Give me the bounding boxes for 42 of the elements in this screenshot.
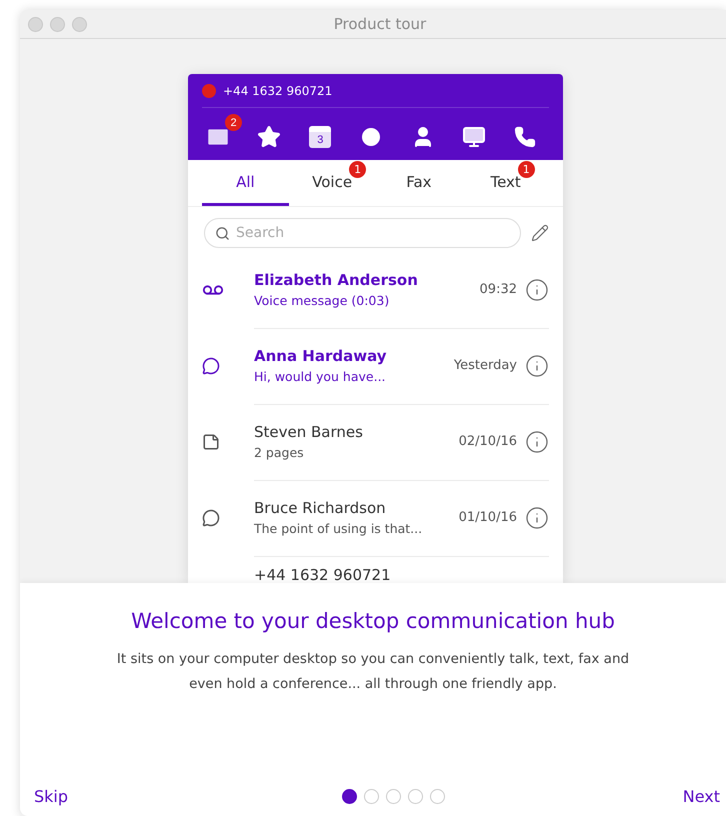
phone-number: +44 1632 960721 bbox=[223, 84, 332, 98]
contact-name: Elizabeth Anderson bbox=[254, 271, 419, 289]
monitor-icon bbox=[462, 125, 486, 149]
message-preview: The point of using is that... bbox=[254, 521, 424, 536]
info-icon[interactable] bbox=[525, 430, 549, 454]
note-icon bbox=[202, 433, 220, 451]
count-badge: 1 bbox=[349, 160, 366, 178]
contact-name: +44 1632 960721 bbox=[254, 566, 392, 583]
pencil-icon[interactable] bbox=[531, 224, 549, 242]
message-preview: Hi, would you have... bbox=[254, 369, 387, 384]
filter-tab[interactable]: Fax bbox=[376, 160, 462, 206]
contact-name: Steven Barnes bbox=[254, 423, 364, 441]
tour-heading: Welcome to your desktop communication hub bbox=[131, 609, 615, 633]
count-badge: 2 bbox=[225, 114, 242, 131]
window-title: Product tour bbox=[332, 15, 428, 33]
speech-bubble-icon bbox=[202, 357, 220, 375]
message-time: 02/10/16 bbox=[458, 434, 517, 449]
search-icon bbox=[215, 226, 230, 241]
message-preview: 2 pages bbox=[254, 445, 305, 460]
message-time: 09:32 bbox=[480, 282, 517, 297]
toolbar-button[interactable]: 3 bbox=[304, 114, 344, 154]
message-time: Yesterday bbox=[454, 358, 517, 373]
phone-icon bbox=[514, 126, 536, 148]
next-link[interactable]: Next bbox=[682, 787, 720, 806]
info-icon[interactable] bbox=[525, 506, 549, 530]
speech-bubble-icon bbox=[202, 509, 220, 527]
filter-tab[interactable]: Text 1 bbox=[462, 160, 549, 206]
page-dot[interactable] bbox=[342, 789, 357, 804]
contact-name: Anna Hardaway bbox=[254, 347, 388, 365]
count-badge: 1 bbox=[518, 160, 535, 178]
filter-tab[interactable]: All bbox=[202, 160, 289, 206]
message-time: 01/10/16 bbox=[458, 510, 517, 525]
star-icon bbox=[257, 125, 282, 149]
skip-link[interactable]: Skip bbox=[34, 787, 68, 806]
info-icon[interactable] bbox=[525, 354, 549, 378]
toolbar-button[interactable]: 2 bbox=[202, 114, 242, 154]
contact-name: Bruce Richardson bbox=[254, 499, 387, 517]
info-icon[interactable] bbox=[525, 278, 549, 302]
filter-tab[interactable]: Voice 1 bbox=[288, 160, 376, 206]
search-field[interactable]: Search bbox=[204, 218, 521, 248]
message-preview: Voice message (0:03) bbox=[254, 293, 390, 308]
tour-description: It sits on your computer desktop so you can conveniently talk, text, fax and even hold a conference... all through one friendly app. bbox=[116, 650, 630, 694]
